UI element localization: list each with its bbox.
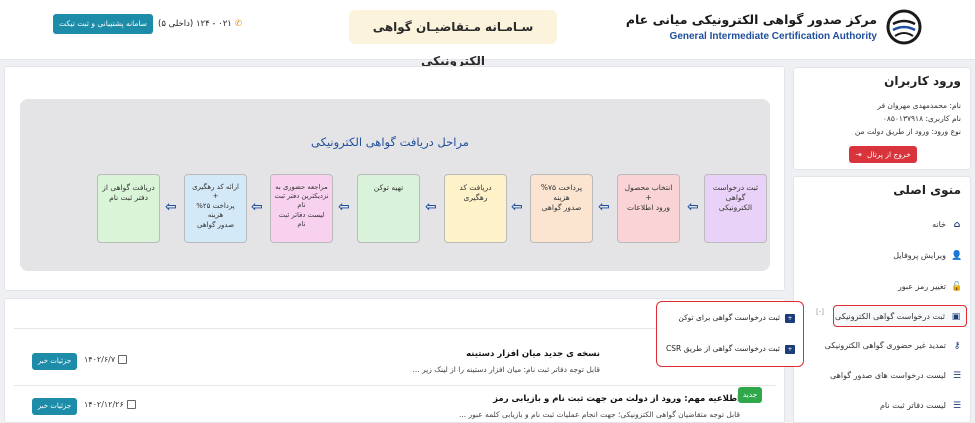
news-title: نسخه ی جدید میان افزار دستینه bbox=[466, 349, 600, 359]
step-box: مراجعه حضوری به نزدیکترین دفتر ثبت نام ل… bbox=[270, 174, 333, 243]
step-box: ارائه کد رهگیری + پرداخت ۲۵% هزینه صدور … bbox=[184, 174, 247, 243]
org-name-en: General Intermediate Certification Autho… bbox=[669, 31, 877, 42]
menu-item-label: ویرایش پروفایل bbox=[893, 251, 946, 260]
news-item: اطلاعیه مهم: ورود از دولت من جهت ثبت نام… bbox=[28, 390, 770, 423]
step-box: دریافت کد رهگیری bbox=[444, 174, 507, 243]
menu-item-certificate-request[interactable]: ▣ ثبت درخواست گواهی الکترونیکی bbox=[833, 305, 967, 327]
arrow-left-icon: ⇦ bbox=[511, 199, 523, 215]
system-title: سـامـانه مـتقاضیـان گواهی الکترونیکی bbox=[349, 10, 557, 68]
step-box: انتخاب محصول + ورود اطلاعات bbox=[617, 174, 680, 243]
menu-item-label: تغییر رمز عبور bbox=[897, 282, 946, 291]
logout-icon: ⇥ bbox=[855, 150, 862, 159]
login-panel-title: ورود کاربران bbox=[884, 74, 961, 88]
menu-item-label: تمدید غیر حضوری گواهی الکترونیکی bbox=[824, 341, 946, 350]
arrow-left-icon: ⇦ bbox=[251, 199, 263, 215]
arrow-left-icon: ⇦ bbox=[598, 199, 610, 215]
collapse-mark[interactable]: [-] bbox=[816, 308, 824, 316]
list-icon: ☰ bbox=[952, 401, 962, 411]
arrow-left-icon: ⇦ bbox=[338, 199, 350, 215]
calendar-icon bbox=[126, 400, 136, 409]
list-icon: ☰ bbox=[952, 371, 962, 381]
user-login-type: نوع ورود: ورود از طریق دولت من bbox=[854, 127, 961, 136]
step-box: تهیه توکن bbox=[357, 174, 420, 243]
submenu-label: ثبت درخواست گواهی برای توکن bbox=[678, 313, 780, 322]
folder-icon: + bbox=[785, 313, 795, 323]
divider bbox=[14, 385, 776, 386]
news-desc: قابل توجه متقاضیان گواهی الکترونیکی؛ جهت… bbox=[459, 410, 740, 419]
user-name: نام: محمدمهدی مهروان فر bbox=[877, 101, 961, 110]
ca-logo-icon bbox=[886, 9, 922, 45]
submenu-label: ثبت درخواست گواهی از طریق CSR bbox=[666, 344, 780, 353]
menu-item-label: خانه bbox=[932, 220, 946, 229]
logout-label: خروج از پرتال bbox=[866, 150, 911, 159]
key-icon: ⚷ bbox=[953, 341, 961, 351]
logout-button[interactable]: خروج از پرتال ⇥ bbox=[849, 146, 917, 163]
lock-icon: 🔓 bbox=[951, 282, 963, 292]
news-date-text: ۱۴۰۲/۶/۷ bbox=[84, 355, 116, 364]
support-ticket-button[interactable]: سامانه پشتیبانی و ثبت تیکت bbox=[53, 14, 153, 34]
news-details-button[interactable]: جزئیات خبر bbox=[32, 398, 77, 415]
calendar-icon bbox=[118, 355, 128, 364]
news-details-button[interactable]: جزئیات خبر bbox=[32, 353, 77, 370]
menu-item-edit-profile[interactable]: 👤 ویرایش پروفایل bbox=[817, 245, 967, 267]
folder-plus-icon: ▣ bbox=[951, 312, 961, 322]
menu-item-change-password[interactable]: 🔓 تغییر رمز عبور bbox=[817, 276, 967, 298]
home-icon: ⌂ bbox=[953, 220, 961, 230]
news-title: اطلاعیه مهم: ورود از دولت من جهت ثبت نام… bbox=[493, 394, 740, 404]
step-box: پرداخت ۷۵% هزینه صدور گواهی bbox=[530, 174, 593, 243]
phone-info: ✆۰۲۱ - ۱۲۴ (داخلی ۵) bbox=[158, 19, 242, 29]
user-edit-icon: 👤 bbox=[951, 251, 963, 261]
phone-icon: ✆ bbox=[234, 19, 242, 29]
submenu-item-csr[interactable]: + ثبت درخواست گواهی از طریق CSR bbox=[660, 344, 795, 354]
menu-title: منوی اصلی bbox=[893, 183, 961, 197]
arrow-left-icon: ⇦ bbox=[165, 199, 177, 215]
menu-item-request-list[interactable]: ☰ لیست درخواست های صدور گواهی bbox=[817, 365, 967, 387]
phone-number: ۰۲۱ - ۱۲۴ (داخلی ۵) bbox=[158, 19, 232, 29]
menu-item-label: لیست درخواست های صدور گواهی bbox=[830, 371, 946, 380]
menu-item-home[interactable]: ⌂ خانه bbox=[817, 214, 967, 236]
arrow-left-icon: ⇦ bbox=[425, 199, 437, 215]
news-date: ۱۴۰۲/۱۲/۲۶ bbox=[84, 400, 136, 409]
arrow-left-icon: ⇦ bbox=[687, 199, 699, 215]
menu-item-label: لیست دفاتر ثبت نام bbox=[879, 401, 946, 410]
news-date: ۱۴۰۲/۶/۷ bbox=[84, 355, 128, 364]
submenu-item-token[interactable]: + ثبت درخواست گواهی برای توکن bbox=[660, 313, 795, 323]
menu-item-offices-list[interactable]: ☰ لیست دفاتر ثبت نام bbox=[817, 395, 967, 417]
certificate-submenu: + ثبت درخواست گواهی برای توکن + ثبت درخواس… bbox=[656, 301, 804, 367]
step-box: ثبت درخواست گواهی الکترونیکی bbox=[704, 174, 767, 243]
news-desc: قابل توجه دفاتر ثبت نام: میان افزار دستی… bbox=[412, 365, 600, 374]
folder-icon: + bbox=[785, 344, 795, 354]
steps-title: مراحل دریافت گواهی الکترونیکی bbox=[311, 135, 469, 149]
new-badge: جدید bbox=[738, 387, 762, 403]
org-name-fa: مرکز صدور گواهی الکترونیکی میانی عام bbox=[625, 12, 877, 27]
step-box: دریافت گواهی از دفتر ثبت نام bbox=[97, 174, 160, 243]
news-date-text: ۱۴۰۲/۱۲/۲۶ bbox=[84, 400, 124, 409]
menu-item-label: ثبت درخواست گواهی الکترونیکی bbox=[835, 312, 945, 321]
user-username: نام کاربری: ۰۸۵۰۱۳۷۹۱۸ bbox=[882, 114, 961, 123]
menu-item-renewal[interactable]: ⚷ تمدید غیر حضوری گواهی الکترونیکی bbox=[817, 335, 967, 357]
